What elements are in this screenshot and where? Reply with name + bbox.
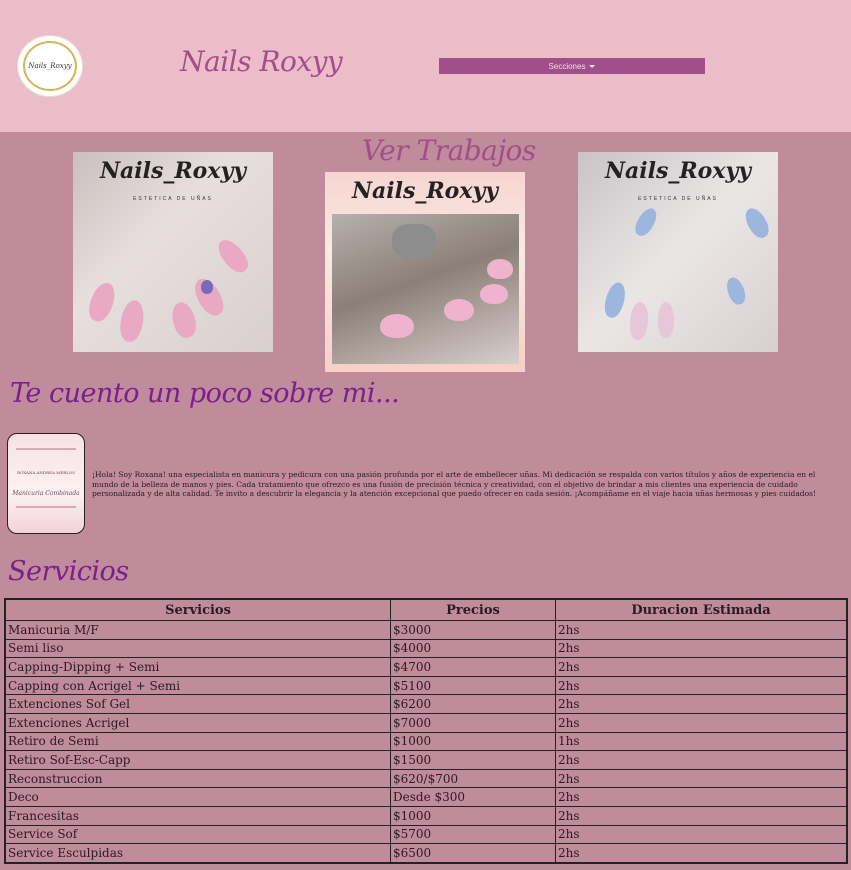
nail-shape [168, 299, 200, 341]
service-name-cell: Semi liso [4, 638, 391, 659]
service-duration-cell: 2hs [555, 712, 848, 733]
service-price-cell: $4700 [390, 657, 556, 677]
service-name-cell: Retiro de Semi [4, 731, 391, 752]
table-row: Reconstruccion $620/$700 2hs [4, 768, 848, 789]
photo-watermark-title: Nails_Roxyy [99, 158, 247, 184]
brand-title[interactable]: Nails Roxyy [180, 45, 343, 78]
nail-shape [487, 259, 513, 279]
service-name-cell: Extenciones Sof Gel [4, 694, 391, 714]
nail-shape [444, 299, 474, 321]
nail-shape [723, 275, 749, 307]
table-row: Deco Desde $300 2hs [4, 787, 848, 807]
diploma-name: ROXANA ANDREA MERLOS [17, 470, 75, 475]
nail-shape [84, 279, 120, 325]
service-duration-cell: 2hs [555, 787, 848, 807]
photo-watermark-subtitle: ESTETICA DE UÑAS [133, 196, 213, 202]
table-row: Capping con Acrigel + Semi $5100 2hs [4, 675, 848, 696]
nail-shape [631, 205, 661, 239]
logo-text: Nails_Roxyy [28, 62, 72, 70]
service-price-cell: $6500 [390, 843, 556, 864]
service-price-cell: $6200 [390, 694, 556, 714]
service-price-cell: $5100 [390, 675, 556, 696]
service-price-cell: $5700 [390, 824, 556, 845]
service-duration-cell: 2hs [555, 843, 848, 864]
service-name-cell: Extenciones Acrigel [4, 712, 391, 733]
service-price-cell: $620/$700 [390, 768, 556, 789]
service-duration-cell: 2hs [555, 638, 848, 659]
logo-wreath-icon: Nails_Roxyy [23, 41, 77, 91]
nail-shape [380, 314, 414, 338]
service-name-cell: Service Esculpidas [4, 843, 391, 864]
service-price-cell: $3000 [390, 620, 556, 640]
service-price-cell: Desde $300 [390, 787, 556, 807]
photo-watermark-title: Nails_Roxyy [351, 178, 499, 204]
gallery-photo-3[interactable]: Nails_Roxyy ESTETICA DE UÑAS [578, 152, 778, 352]
service-duration-cell: 2hs [555, 824, 848, 845]
service-name-cell: Manicuria M/F [4, 620, 391, 640]
photo-watermark-subtitle: ESTETICA DE UÑAS [638, 196, 718, 202]
diploma-decoration [16, 448, 76, 450]
service-name-cell: Capping-Dipping + Semi [4, 657, 391, 677]
about-bio: ¡Hola! Soy Roxana! una especialista en m… [92, 470, 816, 498]
logo[interactable]: Nails_Roxyy [17, 35, 83, 97]
table-row: Extenciones Sof Gel $6200 2hs [4, 694, 848, 714]
service-duration-cell: 2hs [555, 675, 848, 696]
service-duration-cell: 2hs [555, 750, 848, 770]
table-row: Francesitas $1000 2hs [4, 805, 848, 826]
diploma-course: Manicuria Combinada [12, 490, 80, 497]
sections-label: Secciones [548, 61, 586, 71]
service-duration-cell: 1hs [555, 731, 848, 752]
photo-image [332, 214, 519, 364]
services-table: Servicios Precios Duracion Estimada Mani… [4, 598, 848, 864]
service-price-cell: $1000 [390, 805, 556, 826]
service-duration-cell: 2hs [555, 805, 848, 826]
ring-shape [392, 224, 436, 258]
service-duration-cell: 2hs [555, 768, 848, 789]
service-duration-cell: 2hs [555, 657, 848, 677]
gallery-title: Ver Trabajos [362, 134, 536, 167]
service-price-cell: $4000 [390, 638, 556, 659]
nail-shape [117, 298, 147, 344]
service-name-cell: Retiro Sof-Esc-Capp [4, 750, 391, 770]
service-name-cell: Francesitas [4, 805, 391, 826]
nail-shape [601, 280, 629, 320]
column-header: Precios [390, 598, 556, 621]
service-name-cell: Service Sof [4, 824, 391, 845]
service-name-cell: Capping con Acrigel + Semi [4, 675, 391, 696]
column-header: Servicios [4, 598, 391, 621]
service-price-cell: $1500 [390, 750, 556, 770]
service-price-cell: $7000 [390, 712, 556, 733]
table-row: Retiro Sof-Esc-Capp $1500 2hs [4, 750, 848, 770]
table-row: Manicuria M/F $3000 2hs [4, 620, 848, 640]
table-row: Extenciones Acrigel $7000 2hs [4, 712, 848, 733]
sections-dropdown-button[interactable]: Secciones [439, 58, 705, 74]
gallery-photo-2[interactable]: Nails_Roxyy [325, 172, 525, 372]
service-name-cell: Reconstruccion [4, 768, 391, 789]
nail-shape [213, 235, 253, 277]
table-row: Service Esculpidas $6500 2hs [4, 843, 848, 864]
services-title: Servicios [8, 556, 129, 587]
caret-down-icon [589, 64, 596, 68]
column-header: Duracion Estimada [555, 598, 848, 621]
table-row: Service Sof $5700 2hs [4, 824, 848, 845]
service-duration-cell: 2hs [555, 694, 848, 714]
diploma-decoration [16, 506, 76, 508]
table-header-row: Servicios Precios Duracion Estimada [4, 598, 848, 621]
table-row: Retiro de Semi $1000 1hs [4, 731, 848, 752]
nail-shape [480, 284, 508, 304]
gallery-photo-1[interactable]: Nails_Roxyy ESTETICA DE UÑAS [73, 152, 273, 352]
table-row: Capping-Dipping + Semi $4700 2hs [4, 657, 848, 677]
nail-shape [628, 301, 650, 341]
nail-shape [658, 302, 674, 338]
photo-watermark-title: Nails_Roxyy [604, 158, 752, 184]
service-duration-cell: 2hs [555, 620, 848, 640]
nail-shape [741, 204, 773, 242]
service-price-cell: $1000 [390, 731, 556, 752]
about-title: Te cuento un poco sobre mi... [10, 378, 400, 409]
nail-shape [201, 280, 213, 294]
site-header: Nails_Roxyy Nails Roxyy Secciones [0, 0, 851, 132]
service-name-cell: Deco [4, 787, 391, 807]
table-row: Semi liso $4000 2hs [4, 638, 848, 659]
diploma-image[interactable]: ROXANA ANDREA MERLOS Manicuria Combinada [7, 433, 85, 534]
